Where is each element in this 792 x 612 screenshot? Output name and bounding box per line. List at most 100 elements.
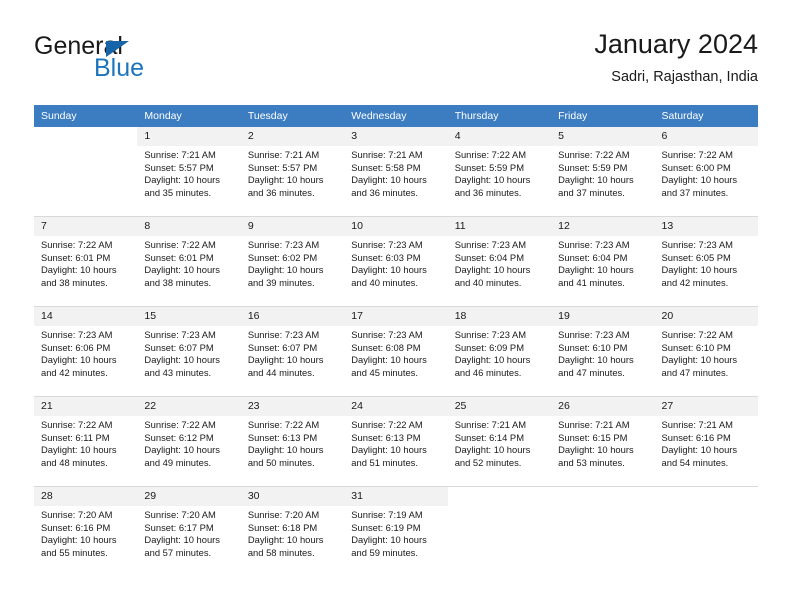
calendar-day-cell[interactable]: 8 Sunrise: 7:22 AM Sunset: 6:01 PM Daylight… [137, 217, 241, 306]
calendar-day-cell[interactable]: 16 Sunrise: 7:23 AM Sunset: 6:07 PM Dayligh… [240, 307, 345, 396]
calendar-day-cell[interactable]: 26 Sunrise: 7:21 AM Sunset: 6:15 PM Dayligh… [551, 397, 655, 486]
daylight-text-line1: Daylight: 10 hours [41, 264, 117, 276]
daylight-text-line2: and 57 minutes. [144, 546, 212, 558]
sunrise-text: Sunrise: 7:22 AM [144, 239, 216, 250]
calendar-day-cell-inner: 21 Sunrise: 7:22 AM Sunset: 6:11 PM Dayligh… [34, 397, 138, 486]
calendar-day-cell[interactable]: 29 Sunrise: 7:20 AM Sunset: 6:17 PM Dayligh… [137, 487, 241, 576]
calendar-day-cell[interactable]: 11 Sunrise: 7:23 AM Sunset: 6:04 PM Dayligh… [447, 217, 552, 306]
calendar-day-cell[interactable]: 1 Sunrise: 7:21 AM Sunset: 5:57 PM Daylight… [137, 127, 241, 216]
calendar-body: 1 Sunrise: 7:21 AM Sunset: 5:57 PM Daylight… [34, 127, 758, 576]
calendar-day-cell[interactable]: 5 Sunrise: 7:22 AM Sunset: 5:59 PM Daylight… [551, 127, 655, 216]
sunset-text: Sunset: 6:09 PM [454, 341, 524, 353]
day-number: 3 [344, 127, 448, 146]
sunset-text: Sunset: 6:13 PM [351, 431, 421, 443]
day-details: Sunrise: 7:22 AM Sunset: 6:11 PM Daylight:… [34, 416, 137, 469]
calendar-day-cell[interactable]: 31 Sunrise: 7:19 AM Sunset: 6:19 PM Dayligh… [344, 487, 448, 576]
calendar-day-cell-inner: 26 Sunrise: 7:21 AM Sunset: 6:15 PM Dayligh… [551, 397, 655, 486]
sunset-text: Sunset: 6:14 PM [454, 431, 524, 443]
sunrise-text: Sunrise: 7:23 AM [661, 239, 733, 250]
daylight-text-line1: Daylight: 10 hours [351, 534, 427, 546]
calendar-day-cell-inner: 30 Sunrise: 7:20 AM Sunset: 6:18 PM Dayligh… [240, 487, 345, 576]
daylight-text-line1: Daylight: 10 hours [144, 444, 220, 456]
calendar-day-cell[interactable]: 15 Sunrise: 7:23 AM Sunset: 6:07 PM Dayligh… [137, 307, 241, 396]
calendar-day-cell[interactable]: 7 Sunrise: 7:22 AM Sunset: 6:01 PM Daylight… [34, 217, 138, 306]
calendar-day-cell[interactable]: 4 Sunrise: 7:22 AM Sunset: 5:59 PM Daylight… [447, 127, 552, 216]
calendar-day-cell[interactable]: 2 Sunrise: 7:21 AM Sunset: 5:57 PM Daylight… [240, 127, 345, 216]
calendar-day-cell-inner: 8 Sunrise: 7:22 AM Sunset: 6:01 PM Daylight… [137, 217, 241, 306]
calendar-day-cell[interactable]: 10 Sunrise: 7:23 AM Sunset: 6:03 PM Dayligh… [344, 217, 448, 306]
calendar-day-cell[interactable]: 17 Sunrise: 7:23 AM Sunset: 6:08 PM Dayligh… [344, 307, 448, 396]
day-number: 1 [137, 127, 241, 146]
daylight-text-line1: Daylight: 10 hours [661, 354, 738, 366]
calendar-day-cell-inner: 9 Sunrise: 7:23 AM Sunset: 6:02 PM Daylight… [240, 217, 345, 306]
sunset-text: Sunset: 6:15 PM [558, 431, 628, 443]
day-details: Sunrise: 7:23 AM Sunset: 6:10 PM Daylight:… [551, 326, 654, 379]
day-details: Sunrise: 7:23 AM Sunset: 6:04 PM Daylight:… [551, 236, 654, 289]
sunset-text: Sunset: 5:58 PM [351, 161, 421, 173]
sunset-text: Sunset: 6:01 PM [41, 251, 111, 263]
day-details: Sunrise: 7:19 AM Sunset: 6:19 PM Daylight:… [344, 506, 447, 559]
brand-logo[interactable]: General Blue [34, 34, 254, 90]
calendar-week-row: 1 Sunrise: 7:21 AM Sunset: 5:57 PM Daylight… [34, 127, 758, 216]
daylight-text-line2: and 36 minutes. [351, 186, 418, 198]
calendar-day-cell[interactable]: 30 Sunrise: 7:20 AM Sunset: 6:18 PM Dayligh… [240, 487, 345, 576]
sunrise-text: Sunrise: 7:21 AM [558, 419, 630, 430]
calendar-day-cell[interactable]: 18 Sunrise: 7:23 AM Sunset: 6:09 PM Dayligh… [447, 307, 552, 396]
daylight-text-line1: Daylight: 10 hours [144, 174, 220, 186]
daylight-text-line1: Daylight: 10 hours [454, 264, 531, 276]
daylight-text-line1: Daylight: 10 hours [661, 444, 738, 456]
sunset-text: Sunset: 6:12 PM [144, 431, 214, 443]
daylight-text-line1: Daylight: 10 hours [454, 174, 531, 186]
calendar-day-cell[interactable]: 25 Sunrise: 7:21 AM Sunset: 6:14 PM Dayligh… [447, 397, 552, 486]
day-number: 19 [551, 307, 655, 326]
calendar-day-cell[interactable]: 20 Sunrise: 7:22 AM Sunset: 6:10 PM Dayligh… [654, 307, 758, 396]
calendar-day-cell-inner: 4 Sunrise: 7:22 AM Sunset: 5:59 PM Daylight… [447, 127, 552, 216]
daylight-text-line1: Daylight: 10 hours [661, 264, 738, 276]
calendar-day-cell-inner: 25 Sunrise: 7:21 AM Sunset: 6:14 PM Dayligh… [447, 397, 552, 486]
daylight-text-line2: and 37 minutes. [661, 186, 729, 198]
page-title: January 2024 [594, 29, 758, 59]
daylight-text-line2: and 38 minutes. [41, 276, 108, 288]
sunrise-text: Sunrise: 7:23 AM [144, 329, 216, 340]
calendar-day-cell[interactable]: 21 Sunrise: 7:22 AM Sunset: 6:11 PM Dayligh… [34, 397, 138, 486]
daylight-text-line2: and 40 minutes. [454, 276, 522, 288]
day-details: Sunrise: 7:23 AM Sunset: 6:06 PM Daylight:… [34, 326, 137, 379]
sunset-text: Sunset: 6:07 PM [247, 341, 318, 353]
calendar-day-cell[interactable]: 13 Sunrise: 7:23 AM Sunset: 6:05 PM Dayligh… [654, 217, 758, 306]
day-number: 21 [34, 397, 138, 416]
daylight-text-line2: and 43 minutes. [144, 366, 212, 378]
day-number: 11 [447, 217, 552, 236]
day-details: Sunrise: 7:23 AM Sunset: 6:08 PM Daylight:… [344, 326, 447, 379]
day-details: Sunrise: 7:21 AM Sunset: 6:14 PM Daylight:… [448, 416, 551, 469]
calendar-day-cell[interactable]: 28 Sunrise: 7:20 AM Sunset: 6:16 PM Dayligh… [34, 487, 138, 576]
daylight-text-line1: Daylight: 10 hours [247, 264, 324, 276]
calendar-day-cell[interactable]: 27 Sunrise: 7:21 AM Sunset: 6:16 PM Dayligh… [654, 397, 758, 486]
sunset-text: Sunset: 6:04 PM [454, 251, 524, 263]
daylight-text-line1: Daylight: 10 hours [41, 354, 117, 366]
day-number: 4 [447, 127, 552, 146]
calendar-day-cell[interactable]: 6 Sunrise: 7:22 AM Sunset: 6:00 PM Daylight… [654, 127, 758, 216]
day-number: 24 [344, 397, 448, 416]
calendar-day-cell[interactable]: 3 Sunrise: 7:21 AM Sunset: 5:58 PM Daylight… [344, 127, 448, 216]
sunrise-text: Sunrise: 7:22 AM [41, 419, 113, 430]
calendar-day-cell[interactable]: 23 Sunrise: 7:22 AM Sunset: 6:13 PM Dayligh… [240, 397, 345, 486]
calendar-day-cell[interactable]: 12 Sunrise: 7:23 AM Sunset: 6:04 PM Dayligh… [551, 217, 655, 306]
calendar-day-cell[interactable]: 19 Sunrise: 7:23 AM Sunset: 6:10 PM Dayligh… [551, 307, 655, 396]
day-number: 22 [137, 397, 241, 416]
day-number: 23 [240, 397, 345, 416]
day-details: Sunrise: 7:22 AM Sunset: 6:10 PM Daylight:… [655, 326, 758, 379]
calendar-page: General Blue January 2024 Sadri, Rajasth… [0, 0, 792, 612]
sunrise-text: Sunrise: 7:22 AM [661, 149, 733, 160]
sunset-text: Sunset: 6:16 PM [661, 431, 731, 443]
day-details: Sunrise: 7:20 AM Sunset: 6:16 PM Daylight:… [34, 506, 137, 559]
calendar-day-cell[interactable]: 24 Sunrise: 7:22 AM Sunset: 6:13 PM Dayligh… [344, 397, 448, 486]
calendar-day-cell[interactable]: 9 Sunrise: 7:23 AM Sunset: 6:02 PM Daylight… [240, 217, 345, 306]
calendar-day-cell[interactable]: 22 Sunrise: 7:22 AM Sunset: 6:12 PM Dayligh… [137, 397, 241, 486]
sunset-text: Sunset: 6:02 PM [247, 251, 318, 263]
calendar-day-cell-empty [34, 127, 138, 216]
daylight-text-line1: Daylight: 10 hours [351, 174, 427, 186]
day-details: Sunrise: 7:23 AM Sunset: 6:09 PM Daylight:… [448, 326, 551, 379]
sunset-text: Sunset: 6:18 PM [247, 521, 318, 533]
day-number: 26 [551, 397, 655, 416]
calendar-day-cell[interactable]: 14 Sunrise: 7:23 AM Sunset: 6:06 PM Dayligh… [34, 307, 138, 396]
